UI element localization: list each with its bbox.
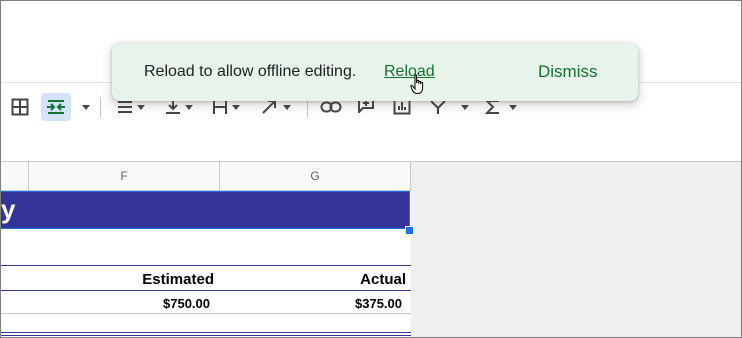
title-text-fragment: y <box>1 194 16 224</box>
hand-cursor-icon <box>410 74 424 94</box>
actual-value[interactable]: $375.00 <box>355 296 402 311</box>
toolbar-divider <box>100 97 101 117</box>
estimated-header[interactable]: Estimated <box>142 271 214 288</box>
column-header-e[interactable] <box>1 162 29 190</box>
sheets-window: F G y Estimated Actual $750.00 $375.00 R… <box>0 0 742 338</box>
merge-cells-icon[interactable] <box>41 93 71 121</box>
toast-message: Reload to allow offline editing. <box>144 63 357 80</box>
row-divider <box>1 335 411 336</box>
column-headers: F G <box>1 162 411 191</box>
actual-header[interactable]: Actual <box>360 271 406 288</box>
offline-editing-toast: Reload to allow offline editing. Reload … <box>112 43 638 101</box>
title-band[interactable]: y <box>1 191 410 229</box>
row-divider <box>1 290 411 291</box>
selection-fill-handle[interactable] <box>405 226 414 235</box>
merge-dropdown-caret[interactable] <box>79 95 90 119</box>
row-divider <box>1 313 411 314</box>
dismiss-button[interactable]: Dismiss <box>538 62 598 82</box>
column-header-f[interactable]: F <box>29 162 220 190</box>
formula-bar[interactable] <box>1 132 741 162</box>
row-divider <box>1 265 411 266</box>
row-divider <box>1 332 411 333</box>
grid-empty-area <box>411 162 741 337</box>
column-header-g[interactable]: G <box>220 162 411 190</box>
borders-icon[interactable] <box>11 95 29 119</box>
estimated-value[interactable]: $750.00 <box>163 296 210 311</box>
